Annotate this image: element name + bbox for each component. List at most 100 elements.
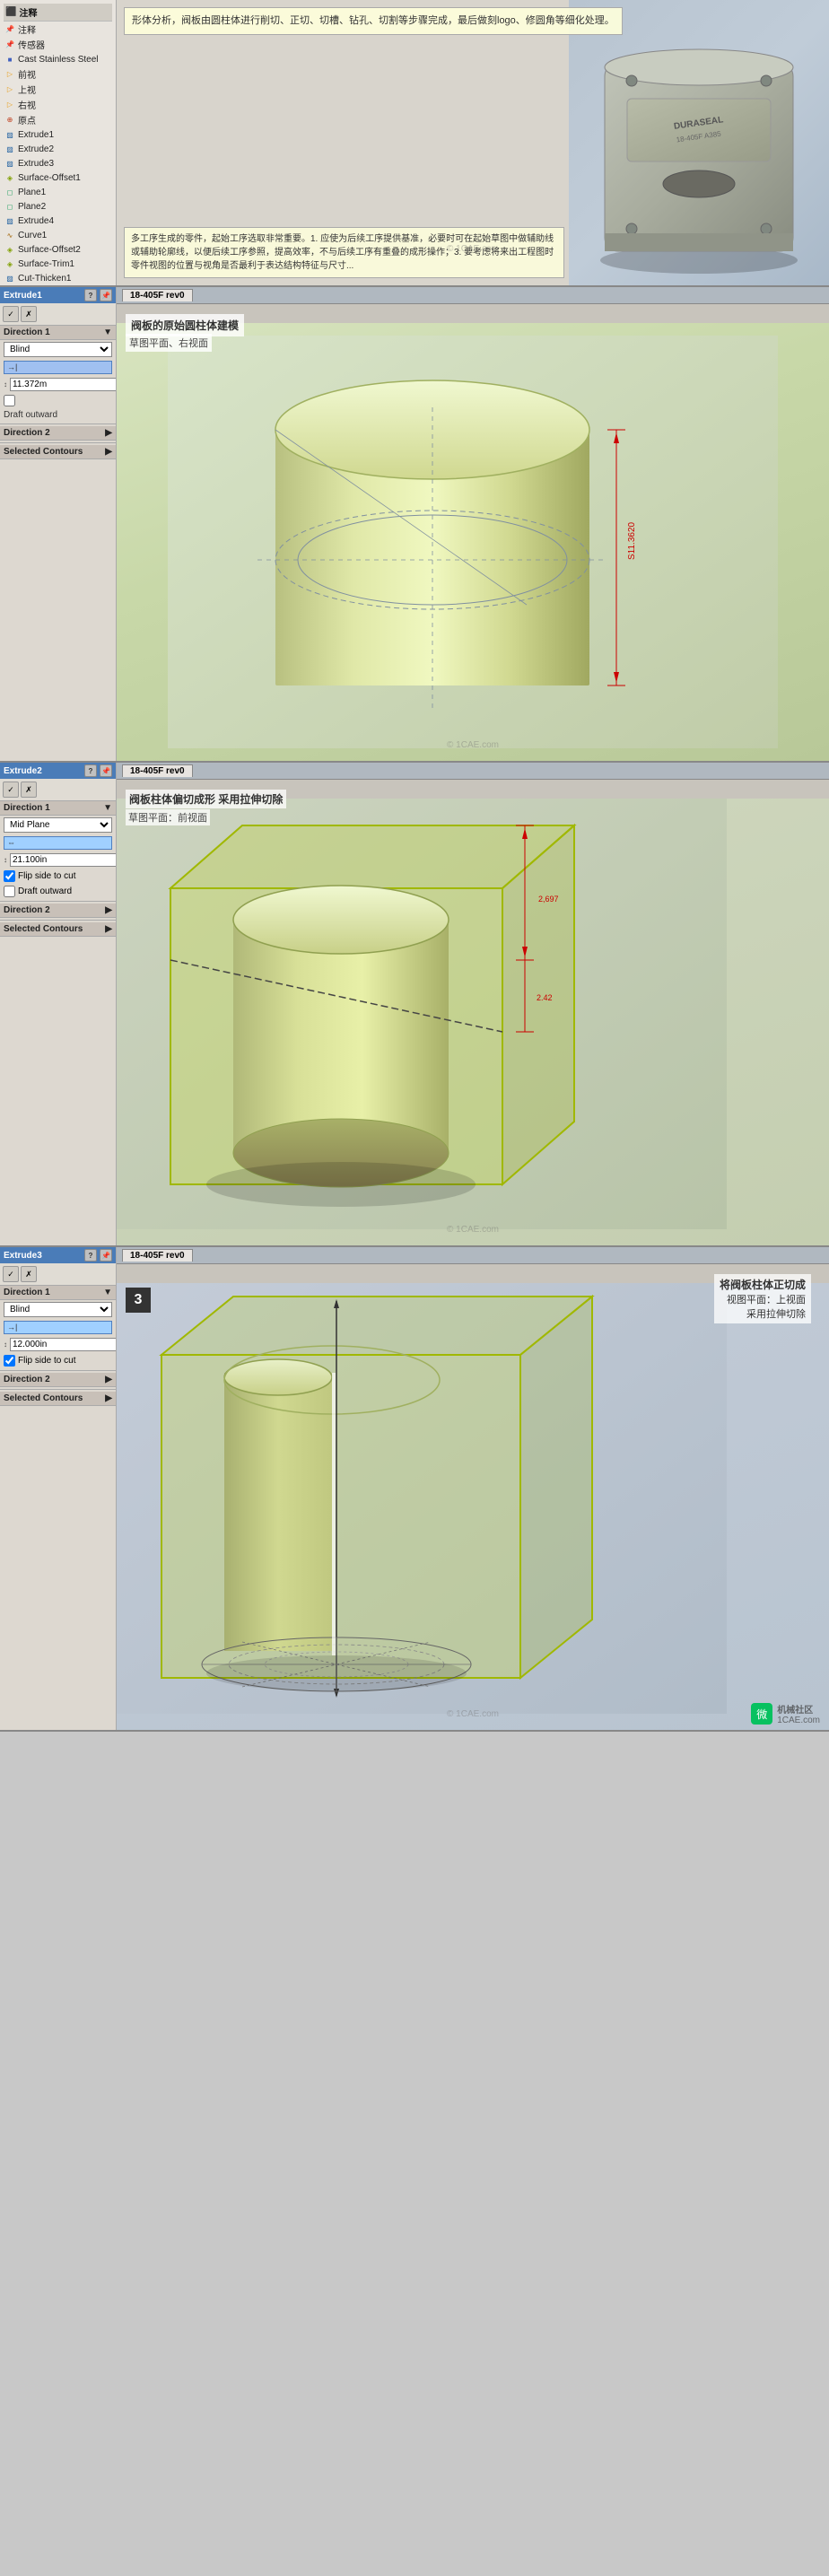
valve-svg: DURASEAL 18-405F A385 bbox=[578, 9, 820, 278]
section4-extrude3: Extrude3 ? 📌 ✓ ✗ Direction 1 ▼ Blind Thr… bbox=[0, 1247, 829, 1732]
tree-item[interactable]: ◻Plane2 bbox=[4, 199, 112, 214]
direction1-type-select[interactable]: Blind Through All Up To Vertex bbox=[4, 342, 112, 357]
panel3-controls: ? 📌 bbox=[84, 1249, 112, 1262]
draft-outward-label2: Draft outward bbox=[18, 886, 72, 896]
tree-item[interactable]: ■Cast Stainless Steel bbox=[4, 52, 112, 66]
direction1-header3[interactable]: Direction 1 ▼ bbox=[0, 1286, 116, 1300]
tree-item[interactable]: ◈Surface-Offset2 bbox=[4, 242, 112, 257]
pin-btn[interactable]: 📌 bbox=[100, 289, 112, 301]
annotation4-main: 将阀板柱体正切成 视图平面：上视面 采用拉伸切除 bbox=[714, 1274, 811, 1323]
tree-item[interactable]: ▨Cut-Thicken1 bbox=[4, 271, 112, 285]
extrude2-3d-viewport: 18-405F rev0 阀板柱体偏切成形 采用拉伸切除 草图平面：前视面 bbox=[117, 763, 829, 1245]
close-btn3[interactable]: ✗ bbox=[21, 1266, 37, 1282]
panel2-toolbar: ✓ ✗ bbox=[0, 779, 116, 801]
tree-item[interactable]: ▨Extrude3 bbox=[4, 156, 112, 170]
watermark4: © 1CAE.com bbox=[447, 1709, 499, 1719]
direction2-header2[interactable]: Direction 2 ▶ bbox=[0, 904, 116, 918]
cut-scene: 2,697 2.42 bbox=[117, 799, 829, 1245]
selected-contours-header[interactable]: Selected Contours ▶ bbox=[0, 445, 116, 459]
depth-input3[interactable] bbox=[10, 1338, 116, 1351]
extrude2-form: Direction 1 ▼ Mid Plane Blind Through Al… bbox=[0, 801, 116, 1245]
flip-cut-label3: Flip side to cut bbox=[18, 1356, 75, 1366]
depth-input[interactable] bbox=[10, 378, 116, 391]
tree-item[interactable]: ∿Curve1 bbox=[4, 228, 112, 242]
depth-input-row: ↕ ▲ ▼ bbox=[0, 376, 116, 393]
sub-annotation: 草图平面、右视面 bbox=[126, 334, 212, 352]
wechat-label: 机械社区 1CAE.com bbox=[777, 1702, 820, 1725]
selected-contours-header2[interactable]: Selected Contours ▶ bbox=[0, 922, 116, 937]
panel2-controls: ? 📌 bbox=[84, 764, 112, 777]
flip-cut-row3: Flip side to cut bbox=[0, 1353, 116, 1368]
tree-item[interactable]: ▷前视 bbox=[4, 66, 112, 82]
depth-icon-row3: →| bbox=[0, 1319, 116, 1336]
collapse-icon: ▼ bbox=[103, 327, 112, 337]
panel-toolbar: ✓ ✗ bbox=[0, 303, 116, 326]
close-btn2[interactable]: ✗ bbox=[21, 782, 37, 798]
direction1-type-select2[interactable]: Mid Plane Blind Through All bbox=[4, 817, 112, 833]
tree-item[interactable]: 📌传感器 bbox=[4, 37, 112, 52]
tree-item[interactable]: ◻Plane1 bbox=[4, 185, 112, 199]
draft-checkbox-row2: Draft outward bbox=[0, 884, 116, 899]
direction2-header3[interactable]: Direction 2 ▶ bbox=[0, 1373, 116, 1387]
panel-titlebar: Extrude1 ? 📌 bbox=[0, 287, 116, 303]
tree-item[interactable]: ▷右视 bbox=[4, 97, 112, 112]
direction1-type-row2: Mid Plane Blind Through All bbox=[0, 816, 116, 834]
tree-section: 📌注释 📌传感器 ■Cast Stainless Steel ▷前视 ▷上视 ▷… bbox=[4, 22, 112, 285]
check-btn3[interactable]: ✓ bbox=[3, 1266, 19, 1282]
close-btn[interactable]: ✗ bbox=[21, 306, 37, 322]
tree-item[interactable]: ◈Surface-Offset1 bbox=[4, 170, 112, 185]
section-number-badge: 3 bbox=[126, 1288, 151, 1313]
selected-contours-header3[interactable]: Selected Contours ▶ bbox=[0, 1392, 116, 1406]
extrude3-panel: Extrude3 ? 📌 ✓ ✗ Direction 1 ▼ Blind Thr… bbox=[0, 1247, 117, 1730]
flip-cut-checkbox3[interactable] bbox=[4, 1355, 15, 1367]
depth-input2[interactable] bbox=[10, 853, 116, 867]
depth-icon-row2: ⇔ bbox=[0, 834, 116, 851]
depth-icon: ↕ bbox=[4, 380, 7, 389]
flip-cut-checkbox[interactable] bbox=[4, 870, 15, 882]
tree-root-icon: ⬛ bbox=[5, 7, 16, 17]
check-btn[interactable]: ✓ bbox=[3, 306, 19, 322]
section1-overview: ⬛ 注释 📌注释 📌传感器 ■Cast Stainless Steel ▷前视 … bbox=[0, 0, 829, 287]
watermark3: © 1CAE.com bbox=[447, 1225, 499, 1235]
cut3-svg bbox=[117, 1283, 727, 1714]
panel3-toolbar: ✓ ✗ bbox=[0, 1263, 116, 1286]
depth-icon3: ↕ bbox=[4, 1340, 7, 1349]
annotation-top: 形体分析，阀板由圆柱体进行削切、正切、切槽、钻孔、切割等步骤完成，最后做刻log… bbox=[124, 7, 623, 35]
watermark2: © 1CAE.com bbox=[447, 740, 499, 750]
extrude2-panel: Extrude2 ? 📌 ✓ ✗ Direction 1 ▼ Mid Plane… bbox=[0, 763, 117, 1245]
depth-highlight3: →| bbox=[4, 1321, 112, 1334]
cut-svg: 2,697 2.42 bbox=[117, 799, 727, 1229]
tree-item[interactable]: ▨Extrude2 bbox=[4, 142, 112, 156]
tree-item[interactable]: ◈Surface-Trim1 bbox=[4, 257, 112, 271]
pin-btn3[interactable]: 📌 bbox=[100, 1249, 112, 1262]
help-btn3[interactable]: ? bbox=[84, 1249, 97, 1262]
direction1-type-row: Blind Through All Up To Vertex bbox=[0, 340, 116, 359]
tree-item[interactable]: ▨Extrude1 bbox=[4, 127, 112, 142]
collapse-icon2: ▶ bbox=[105, 428, 112, 438]
tree-item[interactable]: ▨Extrude4 bbox=[4, 214, 112, 228]
direction1-header2[interactable]: Direction 1 ▼ bbox=[0, 801, 116, 816]
depth-icon-row: →| bbox=[0, 359, 116, 376]
draft-checkbox[interactable] bbox=[4, 395, 15, 406]
viewport2-tab[interactable]: 18-405F rev0 bbox=[122, 764, 193, 777]
draft-checkbox2[interactable] bbox=[4, 886, 15, 897]
direction1-header[interactable]: Direction 1 ▼ bbox=[0, 326, 116, 340]
check-btn2[interactable]: ✓ bbox=[3, 782, 19, 798]
help-btn2[interactable]: ? bbox=[84, 764, 97, 777]
tree-item[interactable]: ▷上视 bbox=[4, 82, 112, 97]
viewport2-header: 18-405F rev0 bbox=[117, 763, 829, 780]
viewport3-tab[interactable]: 18-405F rev0 bbox=[122, 1249, 193, 1262]
svg-text:S11.3620: S11.3620 bbox=[627, 521, 637, 560]
direction2-header[interactable]: Direction 2 ▶ bbox=[0, 426, 116, 441]
viewport-tab[interactable]: 18-405F rev0 bbox=[122, 289, 193, 301]
pin-btn2[interactable]: 📌 bbox=[100, 764, 112, 777]
depth-icon2: ↕ bbox=[4, 856, 7, 864]
tree-item[interactable]: ⊕原点 bbox=[4, 112, 112, 127]
direction1-type-select3[interactable]: Blind Through All bbox=[4, 1302, 112, 1317]
wechat-icon: 微 bbox=[751, 1703, 772, 1725]
draft-checkbox-row bbox=[0, 393, 116, 408]
tree-item[interactable]: 📌注释 bbox=[4, 22, 112, 37]
feature-tree: ⬛ 注释 📌注释 📌传感器 ■Cast Stainless Steel ▷前视 … bbox=[0, 0, 117, 285]
panel3-titlebar: Extrude3 ? 📌 bbox=[0, 1247, 116, 1263]
help-btn[interactable]: ? bbox=[84, 289, 97, 301]
